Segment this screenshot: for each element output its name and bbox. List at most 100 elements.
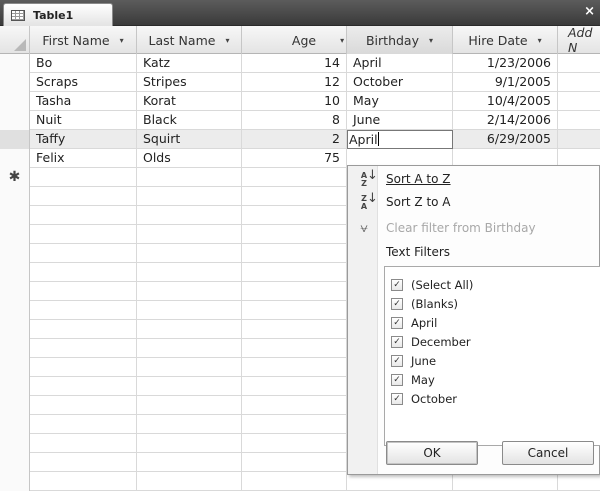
filter-option-october[interactable]: ✓ October (385, 389, 600, 408)
tab-table1[interactable]: Table1 (3, 3, 113, 26)
record-selector[interactable] (0, 149, 30, 168)
close-icon[interactable]: × (584, 4, 595, 20)
checkbox[interactable]: ✓ (391, 278, 403, 291)
column-label: First Name (42, 32, 110, 48)
column-header-add-new[interactable]: Add N (558, 25, 600, 55)
menu-item-label: Clear filter from Birthday (386, 221, 536, 235)
column-header-hire-date[interactable]: Hire Date ▾ (453, 26, 558, 54)
cell-birthday[interactable]: May (347, 92, 453, 111)
cell-add-new[interactable] (558, 130, 600, 149)
cell-hire-date[interactable]: 9/1/2005 (453, 73, 558, 92)
cell-add-new[interactable] (558, 92, 600, 111)
column-header-birthday[interactable]: Birthday ▾ (347, 26, 453, 54)
table-row[interactable]: Scraps Stripes 12 October 9/1/2005 (0, 73, 600, 92)
cell-first-name[interactable]: Scraps (30, 73, 137, 92)
column-header-age[interactable]: Age ▾ (242, 26, 347, 54)
empty-cell (137, 320, 242, 339)
cell-age[interactable]: 2 (242, 130, 347, 149)
cell-text: April (349, 132, 378, 147)
option-label: (Select All) (411, 277, 474, 292)
menu-clear-filter[interactable]: ⩝ Clear filter from Birthday (348, 218, 600, 240)
cell-first-name[interactable] (30, 168, 137, 187)
column-header-last-name[interactable]: Last Name ▾ (137, 26, 242, 54)
column-label: Hire Date (468, 32, 528, 48)
column-label: Birthday (365, 32, 419, 48)
filter-option-december[interactable]: ✓ December (385, 332, 600, 351)
checkbox[interactable]: ✓ (391, 373, 403, 386)
checkbox[interactable]: ✓ (391, 316, 403, 329)
cell-hire-date[interactable]: 2/14/2006 (453, 111, 558, 130)
record-selector (0, 339, 30, 358)
table-icon (11, 9, 25, 21)
empty-cell (242, 225, 347, 244)
cell-last-name[interactable]: Olds (137, 149, 242, 168)
record-selector[interactable] (0, 111, 30, 130)
cell-add-new[interactable] (558, 73, 600, 92)
ok-button[interactable]: OK (386, 441, 478, 465)
cell-age[interactable]: 8 (242, 111, 347, 130)
cell-first-name[interactable]: Nuit (30, 111, 137, 130)
cell-age[interactable]: 10 (242, 92, 347, 111)
filter-option-april[interactable]: ✓ April (385, 313, 600, 332)
empty-cell (30, 225, 137, 244)
cell-hire-date[interactable]: 6/29/2005 (453, 130, 558, 149)
filter-option-may[interactable]: ✓ May (385, 370, 600, 389)
cell-age[interactable]: 12 (242, 73, 347, 92)
filter-option-select-all[interactable]: ✓ (Select All) (385, 275, 600, 294)
menu-sort-z-to-a[interactable]: Z A ↓ Sort Z to A (348, 192, 600, 214)
record-selector (0, 301, 30, 320)
empty-cell (137, 434, 242, 453)
empty-cell (242, 244, 347, 263)
cell-birthday[interactable]: June (347, 111, 453, 130)
chevron-down-icon[interactable]: ▾ (225, 36, 229, 45)
cell-last-name[interactable]: Katz (137, 54, 242, 73)
checkbox[interactable]: ✓ (391, 392, 403, 405)
column-header-first-name[interactable]: First Name ▾ (30, 26, 137, 54)
cell-birthday[interactable]: October (347, 73, 453, 92)
table-row-selected[interactable]: Taffy Squirt 2 April 6/29/2005 (0, 130, 600, 149)
cell-first-name[interactable]: Tasha (30, 92, 137, 111)
chevron-down-icon[interactable]: ▾ (340, 36, 344, 45)
empty-cell (30, 339, 137, 358)
cell-last-name[interactable]: Korat (137, 92, 242, 111)
chevron-down-icon[interactable]: ▾ (429, 36, 433, 45)
filter-option-june[interactable]: ✓ June (385, 351, 600, 370)
record-selector[interactable] (0, 92, 30, 111)
cell-age[interactable]: 14 (242, 54, 347, 73)
record-selector[interactable] (0, 54, 30, 73)
checkbox[interactable]: ✓ (391, 354, 403, 367)
table-row[interactable]: Nuit Black 8 June 2/14/2006 (0, 111, 600, 130)
cell-hire-date[interactable]: 10/4/2005 (453, 92, 558, 111)
record-selector (0, 472, 30, 491)
checkbox[interactable]: ✓ (391, 335, 403, 348)
select-all-corner[interactable] (0, 26, 30, 54)
menu-sort-a-to-z[interactable]: A Z ↓ Sort A to Z (348, 169, 600, 191)
cell-hire-date[interactable]: 1/23/2006 (453, 54, 558, 73)
cell-age[interactable] (242, 168, 347, 187)
cell-add-new[interactable] (558, 54, 600, 73)
empty-cell (137, 472, 242, 491)
cell-age[interactable]: 75 (242, 149, 347, 168)
record-selector[interactable] (0, 130, 30, 149)
cell-first-name[interactable]: Felix (30, 149, 137, 168)
table-row[interactable]: Bo Katz 14 April 1/23/2006 (0, 54, 600, 73)
empty-cell (137, 358, 242, 377)
cell-last-name[interactable]: Squirt (137, 130, 242, 149)
cell-last-name[interactable]: Stripes (137, 73, 242, 92)
cell-last-name[interactable]: Black (137, 111, 242, 130)
empty-cell (242, 320, 347, 339)
menu-text-filters[interactable]: Text Filters (348, 242, 600, 264)
chevron-down-icon[interactable]: ▾ (538, 36, 542, 45)
cell-add-new[interactable] (558, 111, 600, 130)
record-selector[interactable] (0, 73, 30, 92)
cell-birthday[interactable]: April (347, 54, 453, 73)
filter-option-blanks[interactable]: ✓ (Blanks) (385, 294, 600, 313)
cell-last-name[interactable] (137, 168, 242, 187)
cell-first-name[interactable]: Taffy (30, 130, 137, 149)
chevron-down-icon[interactable]: ▾ (120, 36, 124, 45)
cancel-button[interactable]: Cancel (502, 441, 594, 465)
checkbox[interactable]: ✓ (391, 297, 403, 310)
cell-first-name[interactable]: Bo (30, 54, 137, 73)
table-row[interactable]: Tasha Korat 10 May 10/4/2005 (0, 92, 600, 111)
cell-birthday-editing[interactable]: April (347, 130, 453, 149)
